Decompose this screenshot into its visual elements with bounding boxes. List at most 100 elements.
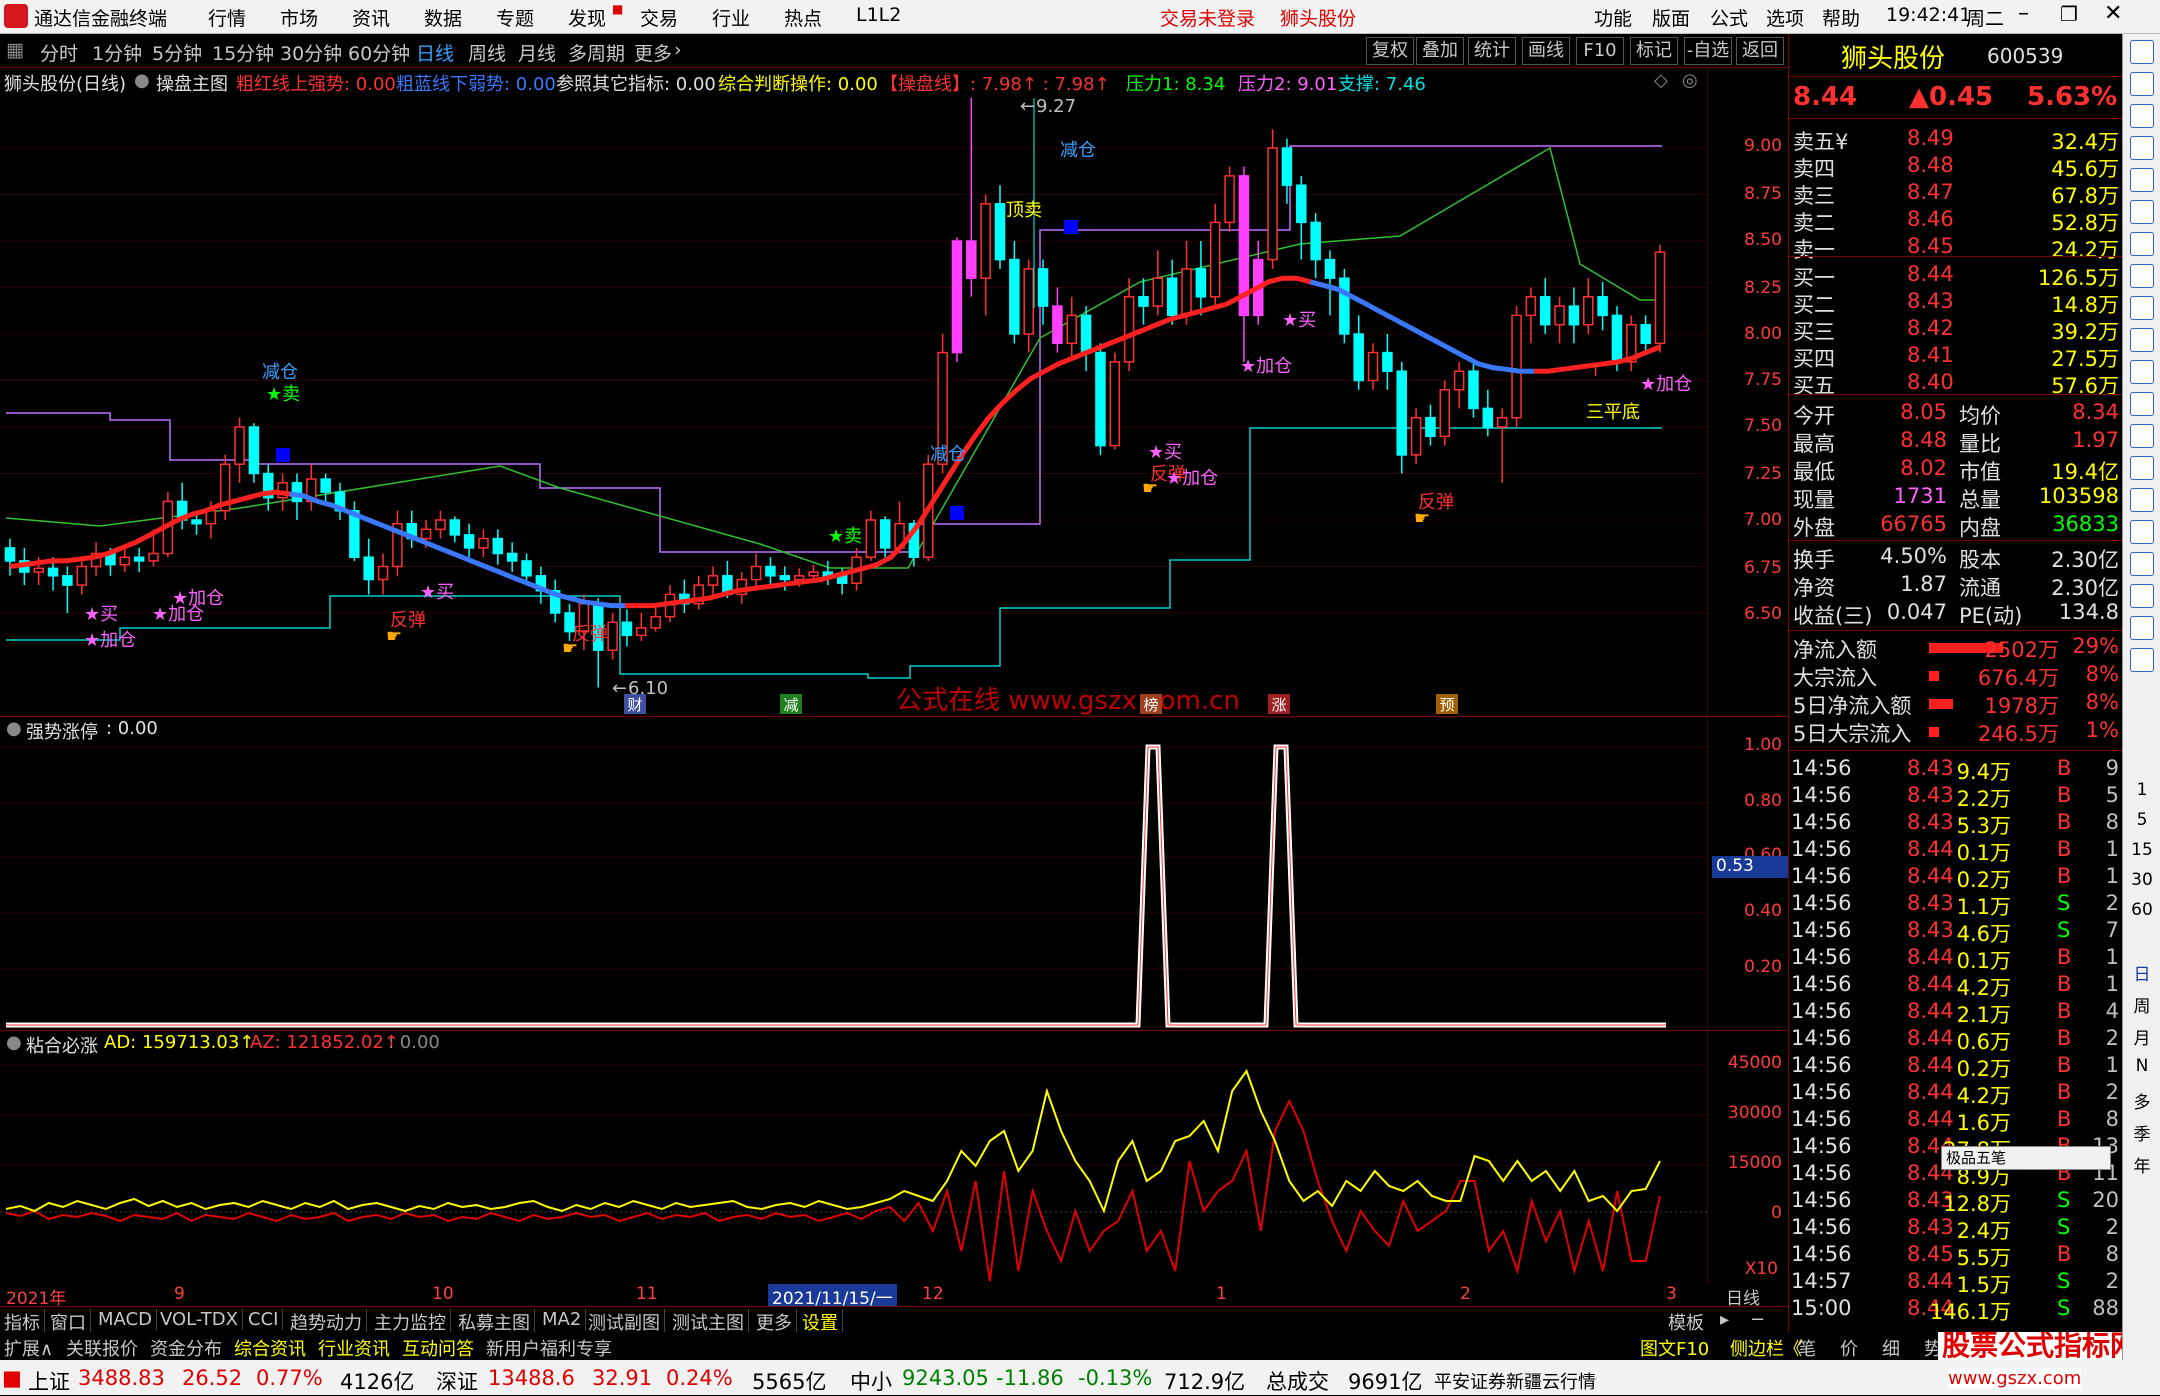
tool-overlay[interactable]: 叠加: [1416, 37, 1464, 65]
minimize-icon[interactable]: –: [2018, 1, 2029, 26]
stats-icon[interactable]: [2130, 520, 2154, 544]
side-30min[interactable]: 30: [2123, 870, 2160, 890]
grid-view-icon[interactable]: [2130, 168, 2154, 192]
menu-l1l2[interactable]: L1L2: [856, 4, 901, 26]
tab-general-news[interactable]: 综合资讯: [234, 1335, 306, 1361]
period-1min[interactable]: 1分钟: [92, 39, 142, 66]
period-more[interactable]: 更多: [634, 39, 672, 66]
menu-industry[interactable]: 行业: [712, 4, 750, 31]
tab-qa[interactable]: 互动问答: [402, 1335, 474, 1361]
fund-icon[interactable]: [2130, 392, 2154, 416]
side-week[interactable]: 周: [2123, 992, 2160, 1017]
sz-name[interactable]: 深证: [436, 1366, 478, 1396]
ime-popup[interactable]: 极品五笔: [1941, 1146, 2111, 1170]
tab-ma2[interactable]: MA2: [538, 1309, 587, 1330]
tab-industry-news[interactable]: 行业资讯: [318, 1335, 390, 1361]
period-daily[interactable]: 日线: [416, 39, 454, 66]
grid-icon[interactable]: ▦: [6, 39, 24, 61]
side-60min[interactable]: 60: [2123, 900, 2160, 920]
pen-icon[interactable]: [2130, 584, 2154, 608]
event-tag[interactable]: 榜: [1140, 694, 1162, 714]
tool-watchlist[interactable]: -自选: [1684, 37, 1732, 65]
tab-fund-dist[interactable]: 资金分布: [150, 1335, 222, 1361]
event-tag[interactable]: 财: [624, 694, 646, 714]
side-15min[interactable]: 15: [2123, 840, 2160, 860]
zx-name[interactable]: 中小: [850, 1366, 892, 1396]
doc-icon[interactable]: [2130, 360, 2154, 384]
sh-name[interactable]: 上证: [28, 1366, 70, 1396]
side-multi[interactable]: 多: [2123, 1088, 2160, 1113]
tool-f10[interactable]: F10: [1576, 37, 1624, 65]
tab-related-quote[interactable]: 关联报价: [66, 1335, 138, 1361]
menu-layout[interactable]: 版面: [1652, 4, 1690, 31]
tool-fuquan[interactable]: 复权: [1366, 37, 1414, 65]
menu-formula[interactable]: 公式: [1710, 4, 1748, 31]
news-icon[interactable]: [2130, 328, 2154, 352]
ad-az-chart[interactable]: [0, 1031, 1708, 1284]
table-icon[interactable]: [2130, 136, 2154, 160]
tab-new-user[interactable]: 新用户福利专享: [486, 1335, 612, 1361]
event-tag[interactable]: 涨: [1268, 694, 1290, 714]
close-panel-icon[interactable]: [2130, 40, 2154, 64]
sidebar-toggle[interactable]: 侧边栏《: [1730, 1335, 1802, 1361]
minus-icon[interactable]: −: [1746, 1309, 1769, 1330]
tool-icon[interactable]: [2130, 648, 2154, 672]
period-60min[interactable]: 60分钟: [348, 39, 410, 66]
chart-alt-icon[interactable]: [2130, 424, 2154, 448]
menu-quote[interactable]: 行情: [208, 4, 246, 31]
period-5min[interactable]: 5分钟: [152, 39, 202, 66]
tab-detail[interactable]: 细: [1882, 1335, 1900, 1361]
tab-bi[interactable]: 笔: [1798, 1335, 1816, 1361]
event-tag[interactable]: 减: [780, 694, 802, 714]
tab-vol[interactable]: VOL-TDX: [156, 1309, 243, 1330]
period-weekly[interactable]: 周线: [468, 39, 506, 66]
side-quarter[interactable]: 季: [2123, 1120, 2160, 1145]
tab-cci[interactable]: CCI: [244, 1309, 284, 1330]
bar-icon[interactable]: [2130, 456, 2154, 480]
event-tag[interactable]: 预: [1436, 694, 1458, 714]
arrow-down-icon[interactable]: [2130, 104, 2154, 128]
close-icon[interactable]: ✕: [2104, 1, 2122, 26]
menu-data[interactable]: 数据: [424, 4, 462, 31]
tab-expand[interactable]: 扩展∧: [4, 1335, 53, 1361]
period-multi[interactable]: 多周期: [568, 39, 625, 66]
line-chart-icon[interactable]: [2130, 200, 2154, 224]
chevron-right-icon[interactable]: ›: [674, 39, 682, 61]
menu-help[interactable]: 帮助: [1822, 4, 1860, 31]
arrow-up-icon[interactable]: [2130, 72, 2154, 96]
kline-icon[interactable]: [2130, 232, 2154, 256]
side-year[interactable]: 年: [2123, 1152, 2160, 1177]
side-day[interactable]: 日: [2123, 960, 2160, 985]
tab-macd[interactable]: MACD: [94, 1309, 157, 1330]
menu-news[interactable]: 资讯: [352, 4, 390, 31]
period-monthly[interactable]: 月线: [518, 39, 556, 66]
tool-mark[interactable]: 标记: [1630, 37, 1678, 65]
menu-hot[interactable]: 热点: [784, 4, 822, 31]
list-icon[interactable]: [2130, 264, 2154, 288]
candlestick-chart[interactable]: [0, 68, 1708, 716]
cross-icon[interactable]: [2130, 552, 2154, 576]
period-30min[interactable]: 30分钟: [280, 39, 342, 66]
menu-trade[interactable]: 交易: [640, 4, 678, 31]
tool-back[interactable]: 返回: [1736, 37, 1784, 65]
side-month[interactable]: 月: [2123, 1024, 2160, 1049]
f10-icon[interactable]: [2130, 296, 2154, 320]
template-arrow-icon[interactable]: ▸: [1716, 1309, 1733, 1330]
period-fenshi[interactable]: 分时: [40, 39, 78, 66]
side-5min[interactable]: 5: [2123, 810, 2160, 830]
tool-draw[interactable]: 画线: [1522, 37, 1570, 65]
restore-icon[interactable]: ❐: [2060, 2, 2078, 26]
tool-stats[interactable]: 统计: [1468, 37, 1516, 65]
login-status[interactable]: 交易未登录: [1160, 4, 1255, 31]
period-15min[interactable]: 15分钟: [212, 39, 274, 66]
f10-text-link[interactable]: 图文F10: [1640, 1335, 1709, 1361]
menu-discover[interactable]: 发现: [568, 4, 606, 31]
side-n[interactable]: N: [2123, 1056, 2160, 1076]
rsi-icon[interactable]: [2130, 488, 2154, 512]
menu-topic[interactable]: 专题: [496, 4, 534, 31]
strength-limit-up-chart[interactable]: [0, 717, 1708, 1029]
tab-price[interactable]: 价: [1840, 1335, 1858, 1361]
menu-function[interactable]: 功能: [1594, 4, 1632, 31]
fs-icon[interactable]: [2130, 616, 2154, 640]
menu-options[interactable]: 选项: [1766, 4, 1804, 31]
